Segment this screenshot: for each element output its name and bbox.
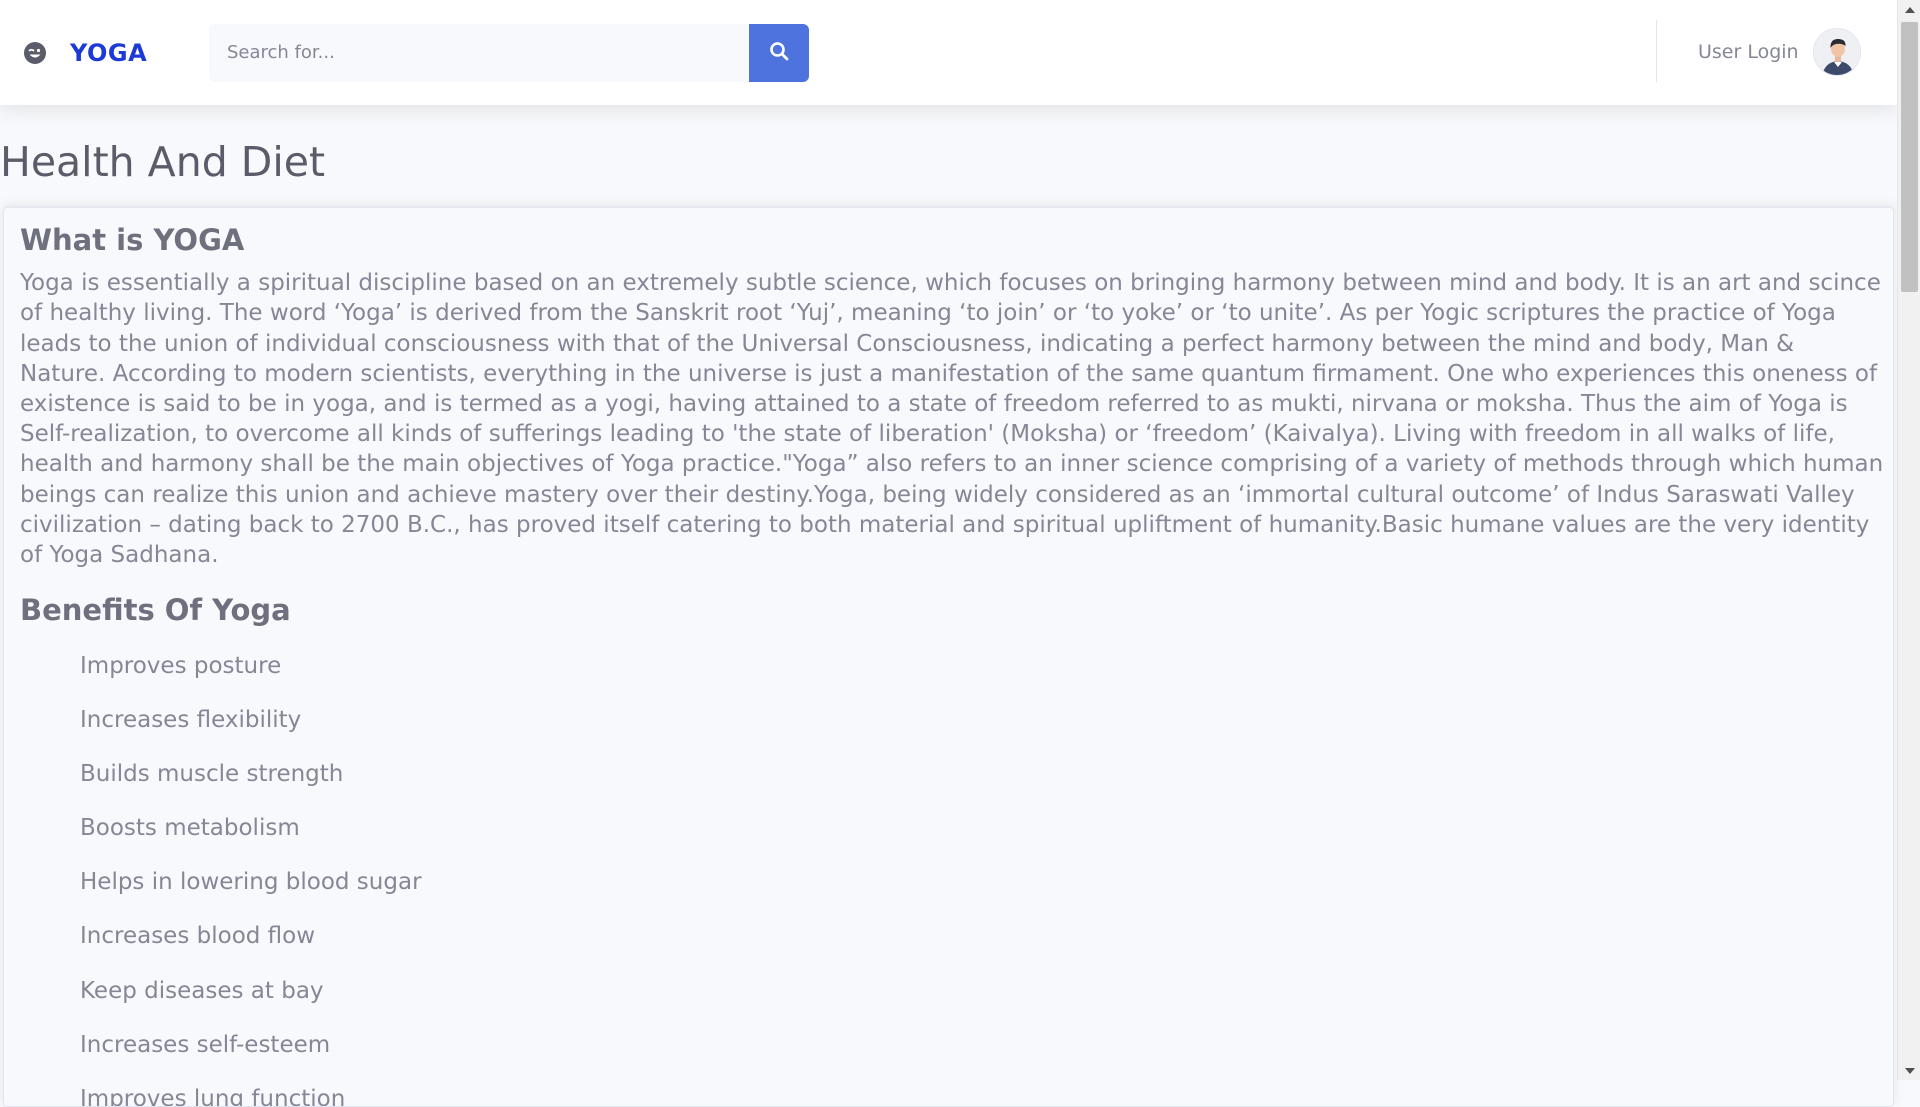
search-icon — [769, 41, 789, 64]
search-input[interactable] — [209, 23, 749, 82]
topbar-divider — [1656, 20, 1657, 82]
user-login-label: User Login — [1698, 41, 1799, 63]
search-button[interactable] — [749, 23, 809, 82]
page-title: Health And Diet — [0, 138, 326, 186]
scrollbar-thumb[interactable] — [1901, 22, 1918, 292]
benefit-item: Increases self-esteem — [80, 1031, 331, 1058]
user-avatar-icon — [1812, 28, 1861, 76]
benefit-item: Helps in lowering blood sugar — [80, 869, 422, 896]
user-login-dropdown[interactable]: User Login — [1698, 28, 1861, 76]
benefit-item: Keep diseases at bay — [80, 977, 324, 1004]
benefit-item: Increases flexibility — [80, 706, 302, 733]
benefit-item: Improves lung function — [80, 1086, 346, 1107]
benefit-item: Improves posture — [80, 652, 282, 679]
section-heading-benefits: Benefits Of Yoga — [20, 593, 291, 628]
search-group — [209, 23, 809, 82]
scroll-up-arrow-icon[interactable] — [1898, 0, 1920, 18]
vertical-scrollbar[interactable] — [1897, 0, 1920, 1080]
content-card: What is YOGA Yoga is essentially a spiri… — [3, 207, 1894, 1107]
brand-name: YOGA — [70, 38, 148, 67]
wink-face-icon — [22, 40, 48, 66]
scroll-down-arrow-icon[interactable] — [1898, 1062, 1920, 1080]
yoga-description: Yoga is essentially a spiritual discipli… — [20, 270, 1884, 569]
benefit-item: Boosts metabolism — [80, 815, 300, 842]
benefit-item: Increases blood flow — [80, 923, 316, 950]
topbar: YOGA User Login — [0, 0, 1897, 105]
section-heading-what-is-yoga: What is YOGA — [20, 223, 245, 257]
benefit-item: Builds muscle strength — [80, 760, 344, 787]
benefits-list: Improves posture Increases flexibility B… — [20, 645, 1878, 1107]
brand-link[interactable]: YOGA — [22, 39, 187, 67]
